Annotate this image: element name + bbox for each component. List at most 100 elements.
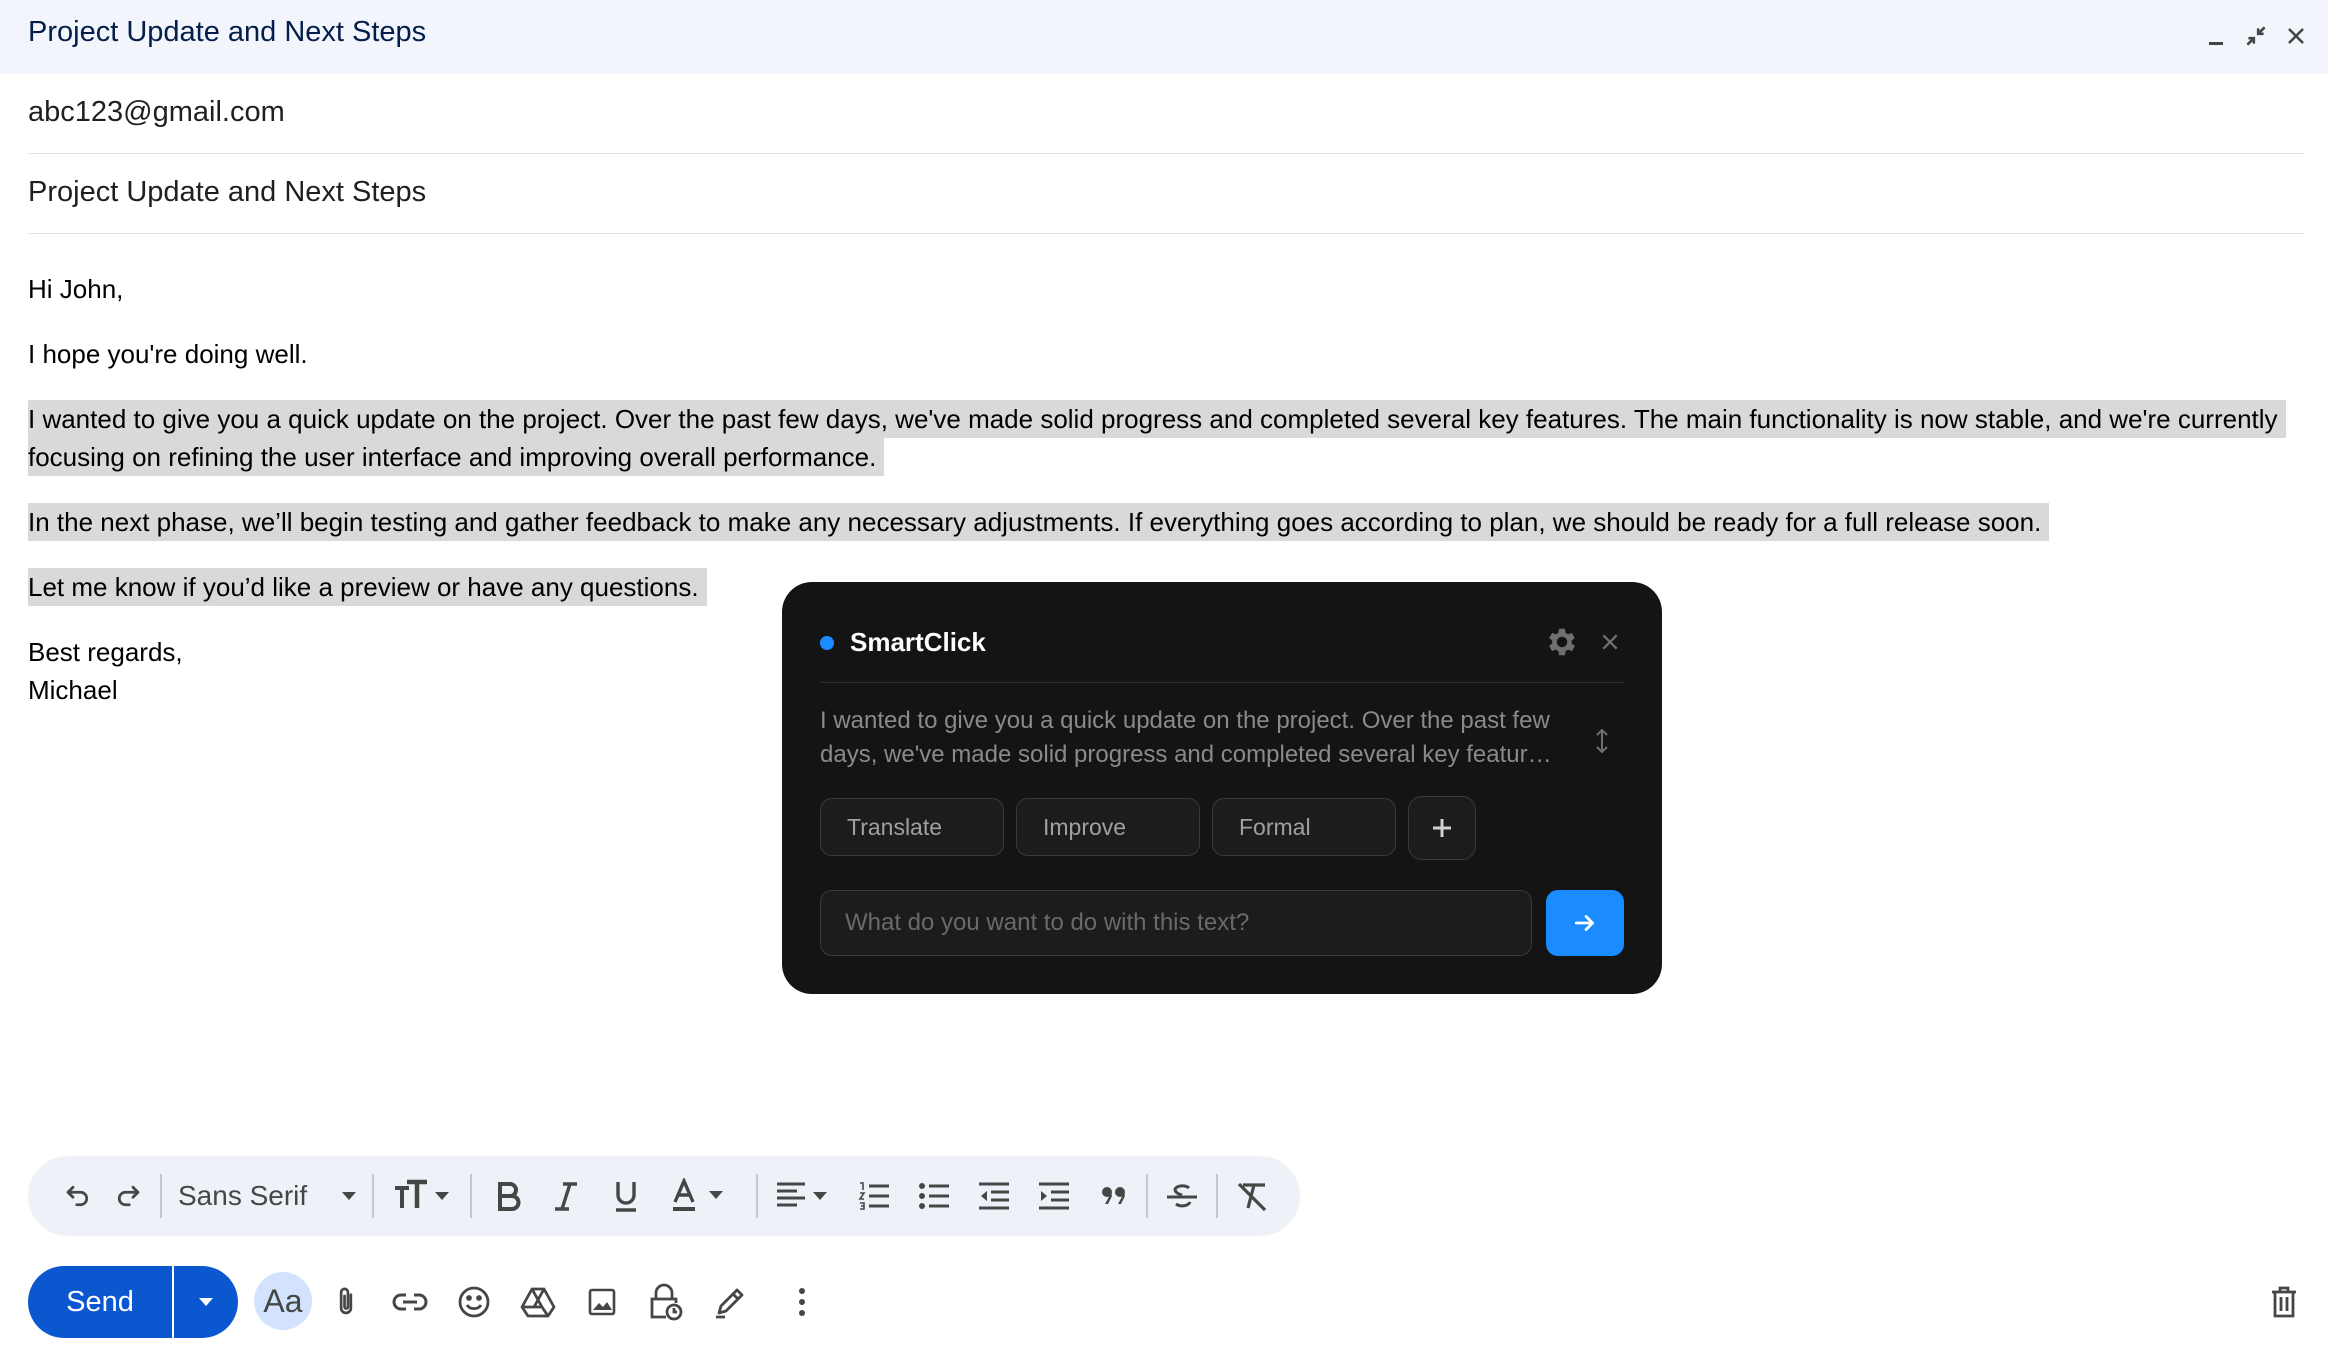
indent-less-button[interactable] bbox=[974, 1176, 1014, 1216]
text-color-button[interactable] bbox=[666, 1176, 736, 1216]
align-button[interactable] bbox=[770, 1176, 840, 1216]
toolbar-divider bbox=[470, 1174, 472, 1218]
italic-icon bbox=[555, 1182, 577, 1211]
greeting: Hi John, bbox=[28, 274, 124, 304]
improve-action-button[interactable]: Improve bbox=[1016, 798, 1200, 856]
settings-button[interactable] bbox=[1544, 624, 1580, 660]
submit-prompt-button[interactable] bbox=[1546, 890, 1624, 956]
formal-action-button[interactable]: Formal bbox=[1212, 798, 1396, 856]
redo-button[interactable] bbox=[108, 1176, 148, 1216]
align-left-icon bbox=[777, 1182, 827, 1207]
body-paragraph-selected: I wanted to give you a quick update on t… bbox=[28, 400, 2308, 476]
caret-down-icon bbox=[342, 1192, 356, 1200]
indent-more-button[interactable] bbox=[1034, 1176, 1074, 1216]
lock-clock-icon bbox=[650, 1283, 683, 1321]
formatting-options-button[interactable]: Aa bbox=[254, 1272, 312, 1330]
insert-photo-button[interactable] bbox=[580, 1280, 624, 1324]
font-family-dropdown[interactable] bbox=[334, 1176, 364, 1216]
underline-button[interactable] bbox=[606, 1176, 646, 1216]
discard-draft-button[interactable] bbox=[2262, 1280, 2306, 1324]
status-dot bbox=[820, 636, 834, 650]
popup-close-button[interactable] bbox=[1594, 626, 1626, 658]
exit-fullscreen-button[interactable] bbox=[2236, 16, 2276, 56]
minimize-icon bbox=[2209, 42, 2223, 45]
quote-icon bbox=[1102, 1187, 1125, 1204]
text-color-icon bbox=[673, 1178, 723, 1211]
subject-text: Project Update and Next Steps bbox=[28, 176, 427, 208]
confidential-mode-button[interactable] bbox=[644, 1280, 688, 1324]
undo-button[interactable] bbox=[58, 1176, 98, 1216]
arrow-right-icon bbox=[1574, 915, 1594, 931]
paperclip-icon bbox=[339, 1287, 353, 1315]
toolbar-divider bbox=[160, 1174, 162, 1218]
quote-button[interactable] bbox=[1094, 1176, 1134, 1216]
toolbar-divider bbox=[1216, 1174, 1218, 1218]
bold-button[interactable] bbox=[488, 1176, 528, 1216]
pen-icon bbox=[716, 1288, 744, 1319]
italic-button[interactable] bbox=[546, 1176, 586, 1216]
expand-vertical-icon bbox=[1596, 728, 1608, 754]
divider bbox=[820, 682, 1624, 683]
smartclick-popup: SmartClick I wanted to give you a quick … bbox=[782, 582, 1662, 994]
link-icon bbox=[392, 1293, 428, 1311]
drive-icon bbox=[520, 1287, 556, 1318]
toolbar-divider bbox=[1146, 1174, 1148, 1218]
add-action-button[interactable] bbox=[1408, 796, 1476, 860]
emoji-icon bbox=[458, 1286, 490, 1318]
bulleted-list-icon bbox=[919, 1183, 949, 1209]
image-icon bbox=[588, 1288, 616, 1316]
exit-fullscreen-icon bbox=[2246, 26, 2266, 46]
selected-text: In the next phase, we’ll begin testing a… bbox=[28, 503, 2050, 541]
close-button[interactable] bbox=[2276, 16, 2316, 56]
insert-emoji-button[interactable] bbox=[452, 1280, 496, 1324]
text-size-icon bbox=[395, 1179, 449, 1208]
recipients-field[interactable]: abc123@gmail.com bbox=[28, 74, 2304, 154]
selected-text-preview: I wanted to give you a quick update on t… bbox=[820, 707, 1560, 768]
formatting-toolbar: Sans Serif bbox=[28, 1156, 1300, 1236]
recipient-email: abc123@gmail.com bbox=[28, 96, 285, 128]
more-vertical-icon bbox=[799, 1288, 805, 1316]
strikethrough-button[interactable] bbox=[1162, 1176, 1202, 1216]
toolbar-divider bbox=[372, 1174, 374, 1218]
undo-icon bbox=[66, 1185, 89, 1207]
body-paragraph-selected: In the next phase, we’ll begin testing a… bbox=[28, 503, 2308, 541]
smartclick-title: SmartClick bbox=[850, 627, 986, 657]
subject-field[interactable]: Project Update and Next Steps bbox=[28, 154, 2304, 234]
minimize-button[interactable] bbox=[2196, 16, 2236, 56]
selected-text: Let me know if you’d like a preview or h… bbox=[28, 568, 707, 606]
compose-header: Project Update and Next Steps bbox=[0, 0, 2328, 74]
underline-icon bbox=[616, 1182, 636, 1212]
font-family-select[interactable]: Sans Serif bbox=[178, 1176, 307, 1216]
close-icon bbox=[1602, 634, 1618, 650]
plus-icon bbox=[1433, 819, 1451, 837]
redo-icon bbox=[117, 1185, 140, 1207]
bold-icon bbox=[498, 1182, 521, 1211]
compose-title: Project Update and Next Steps bbox=[28, 16, 427, 48]
more-options-button[interactable] bbox=[780, 1280, 824, 1324]
remove-formatting-icon bbox=[1237, 1182, 1267, 1212]
translate-action-button[interactable]: Translate bbox=[820, 798, 1004, 856]
indent-less-icon bbox=[979, 1182, 1009, 1210]
body-line: I hope you're doing well. bbox=[28, 339, 308, 369]
remove-formatting-button[interactable] bbox=[1232, 1176, 1272, 1216]
font-size-button[interactable] bbox=[388, 1176, 458, 1216]
numbered-list-icon bbox=[858, 1182, 889, 1210]
send-button[interactable]: Send bbox=[28, 1266, 172, 1338]
insert-drive-file-button[interactable] bbox=[516, 1280, 560, 1324]
attach-file-button[interactable] bbox=[324, 1280, 368, 1324]
bulleted-list-button[interactable] bbox=[914, 1176, 954, 1216]
numbered-list-button[interactable] bbox=[854, 1176, 894, 1216]
close-icon bbox=[2288, 28, 2304, 44]
send-options-button[interactable] bbox=[174, 1266, 238, 1338]
insert-signature-button[interactable] bbox=[708, 1280, 752, 1324]
selected-text: I wanted to give you a quick update on t… bbox=[28, 400, 2286, 476]
expand-preview-button[interactable] bbox=[1590, 726, 1614, 756]
indent-more-icon bbox=[1039, 1182, 1069, 1210]
smartclick-prompt-input[interactable] bbox=[820, 890, 1532, 956]
strikethrough-icon bbox=[1167, 1184, 1197, 1208]
toolbar-divider bbox=[756, 1174, 758, 1218]
gear-icon bbox=[1549, 628, 1575, 656]
trash-icon bbox=[2272, 1286, 2296, 1318]
insert-link-button[interactable] bbox=[388, 1280, 432, 1324]
caret-down-icon bbox=[199, 1298, 213, 1306]
